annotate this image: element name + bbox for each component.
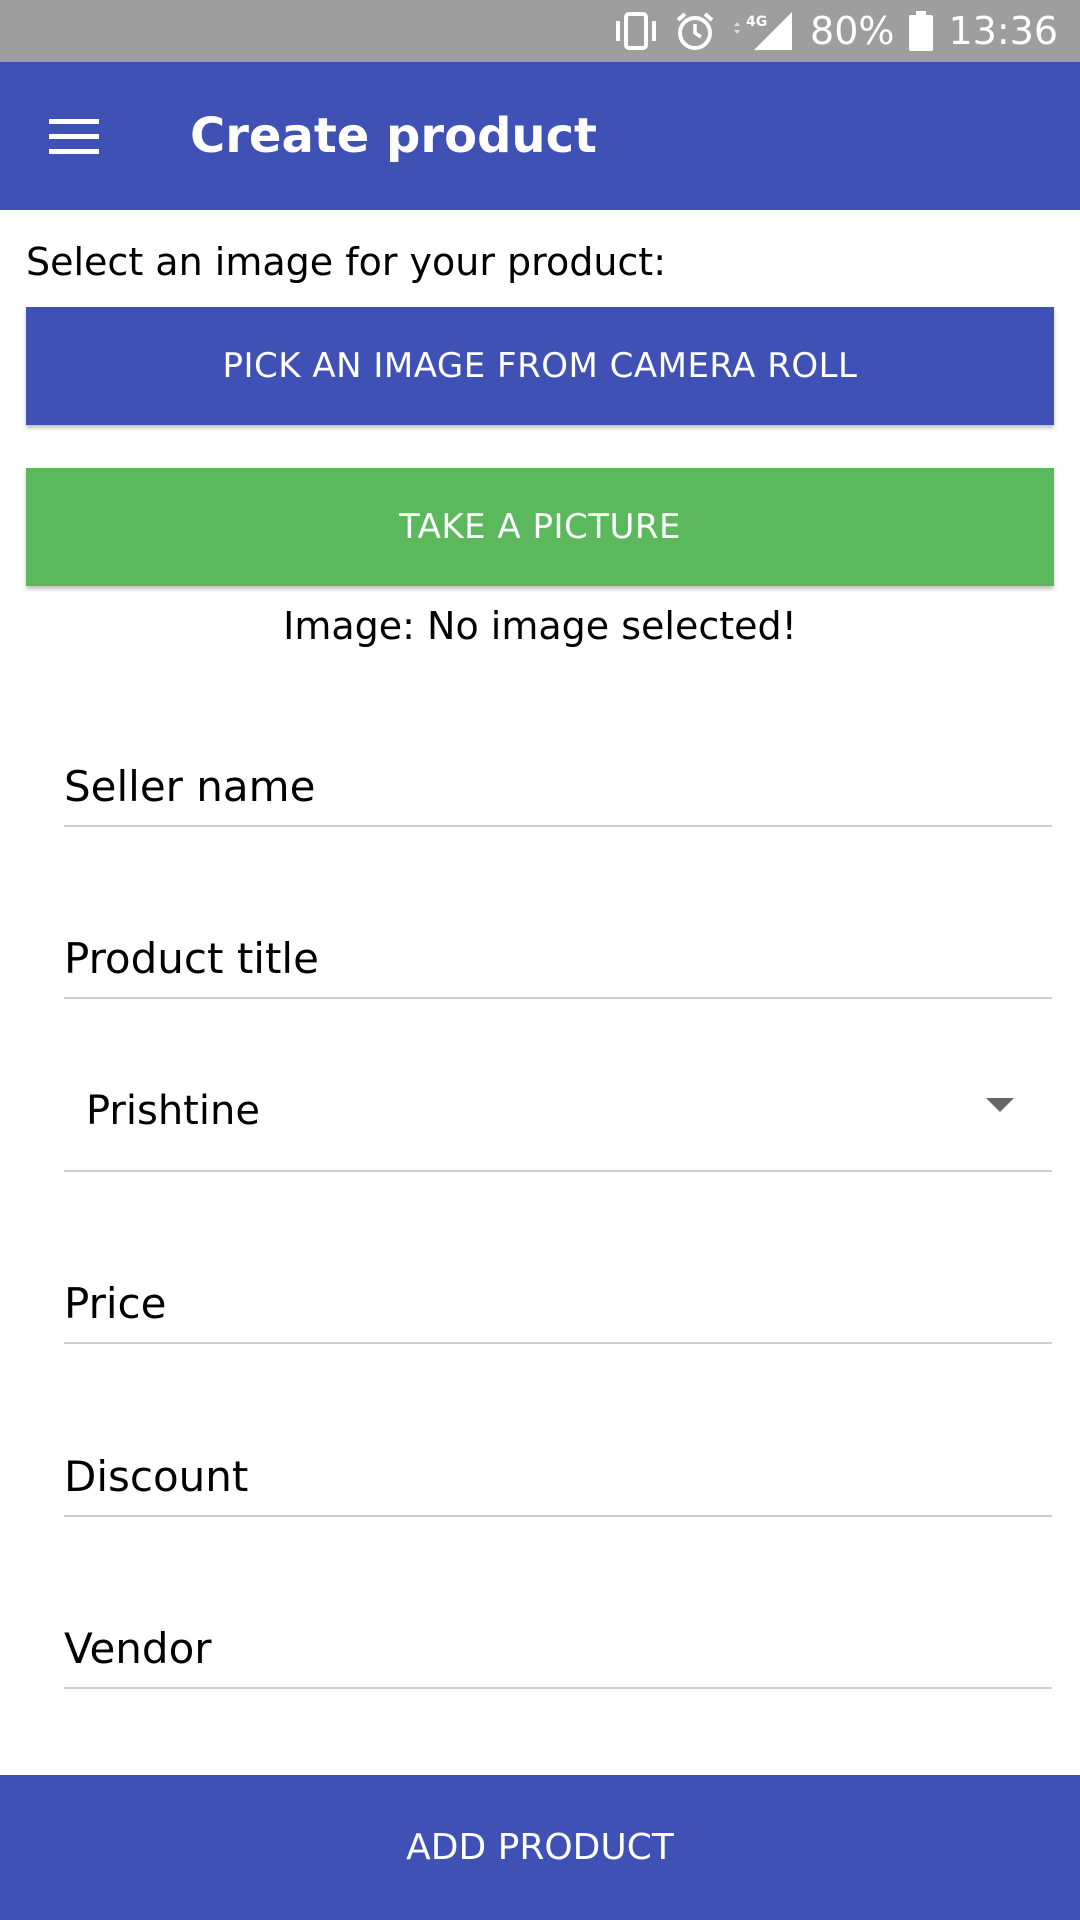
- city-dropdown[interactable]: Prishtine: [64, 1060, 1052, 1172]
- pick-image-button[interactable]: PICK AN IMAGE FROM CAMERA ROLL: [26, 307, 1054, 425]
- network-type: 4G: [746, 14, 767, 30]
- seller-name-input[interactable]: [64, 747, 1052, 827]
- price-input[interactable]: [64, 1264, 1052, 1344]
- battery-percent: 80%: [810, 9, 895, 53]
- image-select-label: Select an image for your product:: [26, 240, 667, 284]
- battery-icon: [909, 11, 934, 51]
- discount-input[interactable]: [64, 1437, 1052, 1517]
- image-status-text: Image: No image selected!: [283, 604, 797, 648]
- product-title-input[interactable]: [64, 919, 1052, 999]
- page-title: Create product: [190, 108, 597, 164]
- city-dropdown-value: Prishtine: [86, 1088, 260, 1134]
- hamburger-menu-icon: [49, 119, 99, 154]
- menu-button[interactable]: [34, 102, 114, 172]
- status-bar: 4G 80% 13:36: [0, 0, 1080, 62]
- app-bar: Create product: [0, 62, 1080, 210]
- signal-icon: 4G: [734, 12, 793, 50]
- clock: 13:36: [948, 9, 1058, 53]
- add-product-button[interactable]: ADD PRODUCT: [0, 1775, 1080, 1920]
- vibrate-icon: [616, 12, 657, 50]
- status-icons: 4G 80% 13:36: [612, 0, 1058, 62]
- alarm-icon: [676, 12, 714, 50]
- vendor-input[interactable]: [64, 1609, 1052, 1689]
- take-picture-button[interactable]: TAKE A PICTURE: [26, 468, 1054, 586]
- dropdown-arrow-icon: [986, 1098, 1014, 1112]
